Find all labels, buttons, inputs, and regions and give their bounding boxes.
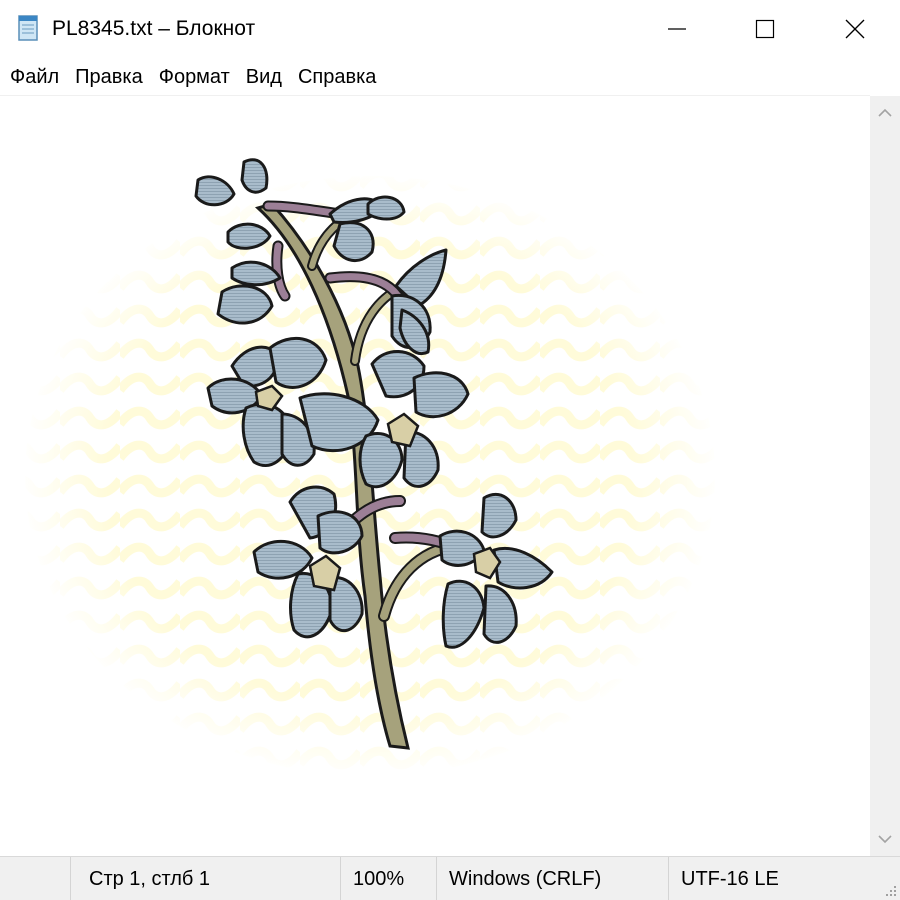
vertical-scrollbar[interactable] xyxy=(870,96,900,856)
window-title: PL8345.txt – Блокнот xyxy=(52,17,256,40)
zoom-level: 100% xyxy=(340,857,436,900)
title-bar[interactable]: PL8345.txt – Блокнот xyxy=(0,0,900,58)
menu-file[interactable]: Файл xyxy=(2,58,67,96)
scroll-down-button[interactable] xyxy=(870,822,900,856)
notepad-icon xyxy=(18,15,38,41)
chevron-up-icon xyxy=(878,108,892,117)
menu-bar: Файл Правка Формат Вид Справка xyxy=(0,58,900,96)
menu-format[interactable]: Формат xyxy=(151,58,238,96)
maximize-icon xyxy=(755,19,775,39)
menu-help[interactable]: Справка xyxy=(290,58,384,96)
minimize-button[interactable] xyxy=(632,0,722,58)
chevron-down-icon xyxy=(878,835,892,844)
menu-edit[interactable]: Правка xyxy=(67,58,151,96)
menu-view[interactable]: Вид xyxy=(238,58,290,96)
cursor-position: Стр 1, стлб 1 xyxy=(70,857,340,900)
maximize-button[interactable] xyxy=(720,0,810,58)
status-bar: Стр 1, стлб 1 100% Windows (CRLF) UTF-16… xyxy=(0,856,900,900)
resize-grip-icon[interactable] xyxy=(882,882,898,898)
line-ending: Windows (CRLF) xyxy=(436,857,668,900)
minimize-icon xyxy=(668,28,686,30)
close-button[interactable] xyxy=(810,0,900,58)
close-icon xyxy=(845,19,865,39)
scroll-up-button[interactable] xyxy=(870,96,900,130)
encoding: UTF-16 LE xyxy=(668,857,868,900)
flower-clipart-image xyxy=(20,158,720,781)
text-editor-area[interactable] xyxy=(0,96,870,856)
